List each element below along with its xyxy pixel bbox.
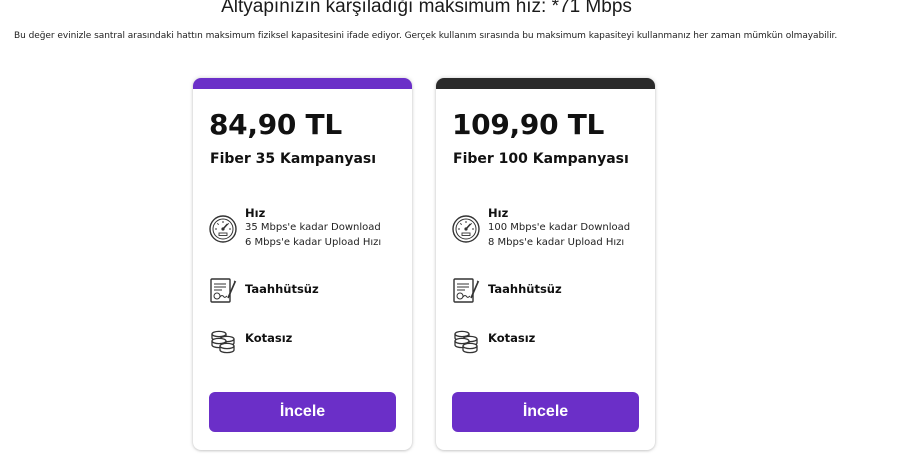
- contract-label: Taahhütsüz: [488, 282, 562, 296]
- speedometer-icon: [209, 215, 237, 243]
- card-top-bar: [193, 78, 412, 89]
- plan-name: Fiber 100 Kampanyası: [453, 151, 629, 167]
- download-speed: 35 Mbps'e kadar Download: [245, 222, 381, 233]
- upload-speed: 6 Mbps'e kadar Upload Hızı: [245, 237, 382, 248]
- contract-document-icon: [210, 278, 237, 303]
- capacity-description: Bu değer evinizle santral arasındaki hat…: [14, 31, 838, 41]
- speedometer-icon: [452, 215, 480, 243]
- quota-label: Kotasız: [245, 331, 293, 345]
- plan-name: Fiber 35 Kampanyası: [210, 151, 377, 167]
- plan-card-fiber-100: 109,90 TL Fiber 100 Kampanyası Hız 100 M…: [436, 78, 655, 450]
- feature-speed-title: Hız: [488, 206, 509, 220]
- incele-button[interactable]: İncele: [209, 392, 396, 432]
- incele-button[interactable]: İncele: [452, 392, 639, 432]
- plan-card-fiber-35: 84,90 TL Fiber 35 Kampanyası Hız 35 Mbps…: [193, 78, 412, 450]
- database-stack-icon: [211, 330, 235, 354]
- quota-label: Kotasız: [488, 331, 536, 345]
- upload-speed: 8 Mbps'e kadar Upload Hızı: [488, 237, 625, 248]
- plan-price: 109,90 TL: [452, 108, 605, 141]
- database-stack-icon: [454, 330, 478, 354]
- feature-speed-title: Hız: [245, 206, 266, 220]
- contract-label: Taahhütsüz: [245, 282, 319, 296]
- download-speed: 100 Mbps'e kadar Download: [488, 222, 631, 233]
- contract-document-icon: [453, 278, 480, 303]
- page-headline: Altyapınızın karşıladığı maksimum hız: *…: [221, 0, 632, 17]
- card-top-bar: [436, 78, 655, 89]
- plan-price: 84,90 TL: [209, 108, 342, 141]
